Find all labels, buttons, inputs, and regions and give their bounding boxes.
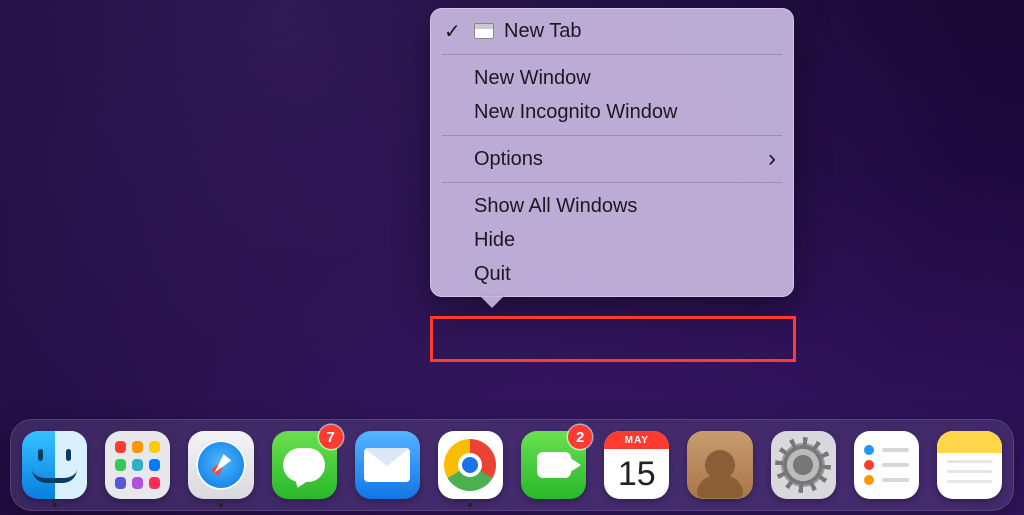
menu-item-label: New Window — [474, 67, 591, 90]
gear-icon — [771, 431, 836, 499]
dock-app-notes[interactable] — [937, 431, 1002, 499]
menu-item-label: Quit — [474, 263, 511, 286]
running-indicator — [219, 503, 223, 507]
menu-pointer-tail — [480, 296, 504, 308]
menu-separator — [442, 54, 782, 55]
running-indicator — [53, 503, 57, 507]
notification-badge: 7 — [319, 425, 343, 449]
menu-item-options[interactable]: Options — [430, 142, 794, 176]
menu-item-label: Options — [474, 148, 543, 171]
annotation-highlight-box — [430, 316, 796, 362]
finder-icon — [22, 431, 87, 499]
dock-app-mail[interactable] — [355, 431, 420, 499]
menu-item-label: New Incognito Window — [474, 101, 677, 124]
dock-app-facetime[interactable]: 2 — [521, 431, 586, 499]
launchpad-icon — [105, 431, 170, 499]
chrome-icon — [438, 431, 503, 499]
dock: 7 2 MAY 15 — [10, 419, 1014, 511]
dock-app-calendar[interactable]: MAY 15 — [604, 431, 669, 499]
menu-item-label: New Tab — [504, 20, 581, 43]
menu-item-new-tab[interactable]: ✓ New Tab — [430, 14, 794, 48]
menu-item-show-all-windows[interactable]: Show All Windows — [430, 189, 794, 223]
dock-app-contacts[interactable] — [687, 431, 752, 499]
menu-item-quit[interactable]: Quit — [430, 257, 794, 291]
calendar-month-label: MAY — [604, 431, 669, 449]
menu-item-label: Show All Windows — [474, 195, 637, 218]
dock-app-chrome[interactable] — [438, 431, 503, 499]
calendar-day-label: 15 — [604, 449, 669, 499]
reminders-icon — [854, 431, 919, 499]
menu-item-new-incognito-window[interactable]: New Incognito Window — [430, 95, 794, 129]
window-icon — [474, 23, 494, 39]
dock-app-safari[interactable] — [188, 431, 253, 499]
dock-app-messages[interactable]: 7 — [272, 431, 337, 499]
menu-item-new-window[interactable]: New Window — [430, 61, 794, 95]
dock-app-reminders[interactable] — [854, 431, 919, 499]
menu-item-label: Hide — [474, 229, 515, 252]
running-indicator — [468, 503, 472, 507]
mail-icon — [355, 431, 420, 499]
menu-separator — [442, 182, 782, 183]
safari-icon — [188, 431, 253, 499]
notes-icon — [937, 431, 1002, 499]
dock-app-finder[interactable] — [22, 431, 87, 499]
menu-separator — [442, 135, 782, 136]
notification-badge: 2 — [568, 425, 592, 449]
checkmark-icon: ✓ — [444, 19, 461, 44]
dock-app-launchpad[interactable] — [105, 431, 170, 499]
menu-item-hide[interactable]: Hide — [430, 223, 794, 257]
dock-app-settings[interactable] — [771, 431, 836, 499]
contacts-icon — [687, 431, 752, 499]
dock-context-menu: ✓ New Tab New Window New Incognito Windo… — [430, 8, 794, 297]
calendar-icon: MAY 15 — [604, 431, 669, 499]
